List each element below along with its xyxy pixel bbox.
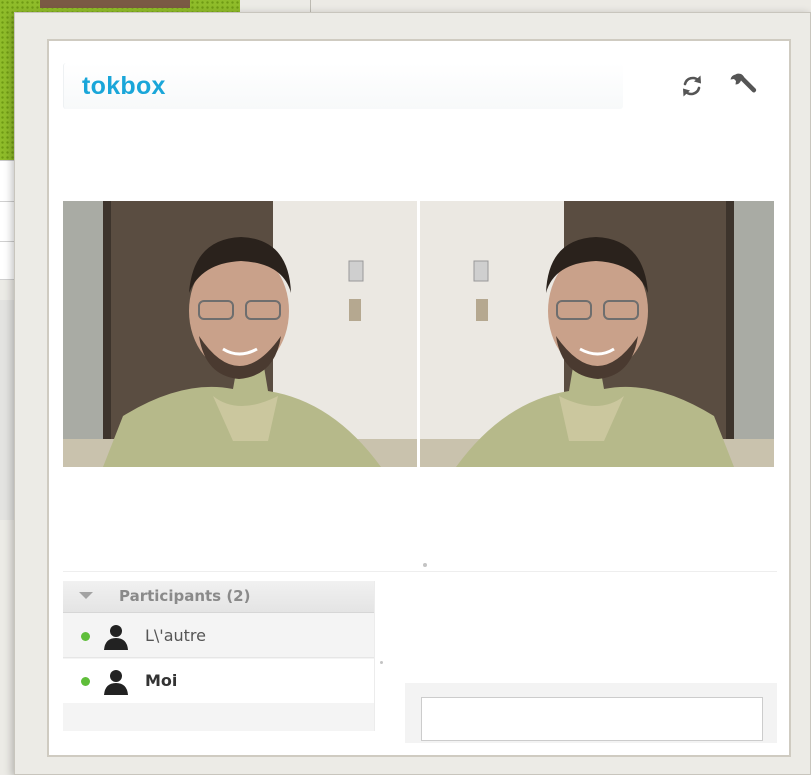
video-chat-window: tokbox Participants (2) L\'autre Moi bbox=[14, 12, 811, 775]
horizontal-splitter-handle[interactable] bbox=[423, 563, 427, 567]
participants-panel: Participants (2) L\'autre Moi bbox=[63, 581, 375, 731]
background-toolbar bbox=[310, 0, 811, 12]
online-status-icon bbox=[81, 632, 90, 641]
settings-button[interactable] bbox=[727, 71, 757, 101]
participant-row[interactable]: Moi bbox=[63, 659, 375, 703]
video-stream-remote[interactable] bbox=[63, 201, 417, 467]
user-icon bbox=[101, 668, 131, 696]
collapse-arrow-icon bbox=[79, 592, 93, 599]
logo-bar: tokbox bbox=[63, 63, 623, 109]
vertical-splitter-handle[interactable] bbox=[380, 661, 383, 664]
chat-log bbox=[389, 581, 777, 681]
chat-input[interactable] bbox=[421, 697, 763, 741]
divider bbox=[374, 581, 375, 731]
video-frame bbox=[420, 201, 774, 467]
video-stream-local[interactable] bbox=[420, 201, 774, 467]
user-icon bbox=[101, 623, 131, 651]
participants-header[interactable]: Participants (2) bbox=[63, 581, 375, 613]
background-photo bbox=[40, 0, 190, 8]
participants-title: Participants (2) bbox=[119, 587, 251, 605]
video-frame bbox=[63, 201, 417, 467]
video-area bbox=[63, 201, 775, 467]
tokbox-logo: tokbox bbox=[82, 72, 166, 100]
online-status-icon bbox=[81, 677, 90, 686]
divider bbox=[63, 571, 777, 572]
header: tokbox bbox=[63, 63, 779, 109]
refresh-button[interactable] bbox=[677, 71, 707, 101]
video-chat-panel: tokbox Participants (2) L\'autre Moi bbox=[47, 39, 791, 757]
participant-row[interactable]: L\'autre bbox=[63, 614, 375, 658]
wrench-icon bbox=[730, 73, 757, 93]
participants-footer bbox=[63, 705, 375, 731]
chat-input-bar bbox=[405, 683, 777, 743]
refresh-icon bbox=[683, 75, 701, 97]
participant-name: L\'autre bbox=[145, 626, 206, 645]
participant-name: Moi bbox=[145, 671, 178, 690]
